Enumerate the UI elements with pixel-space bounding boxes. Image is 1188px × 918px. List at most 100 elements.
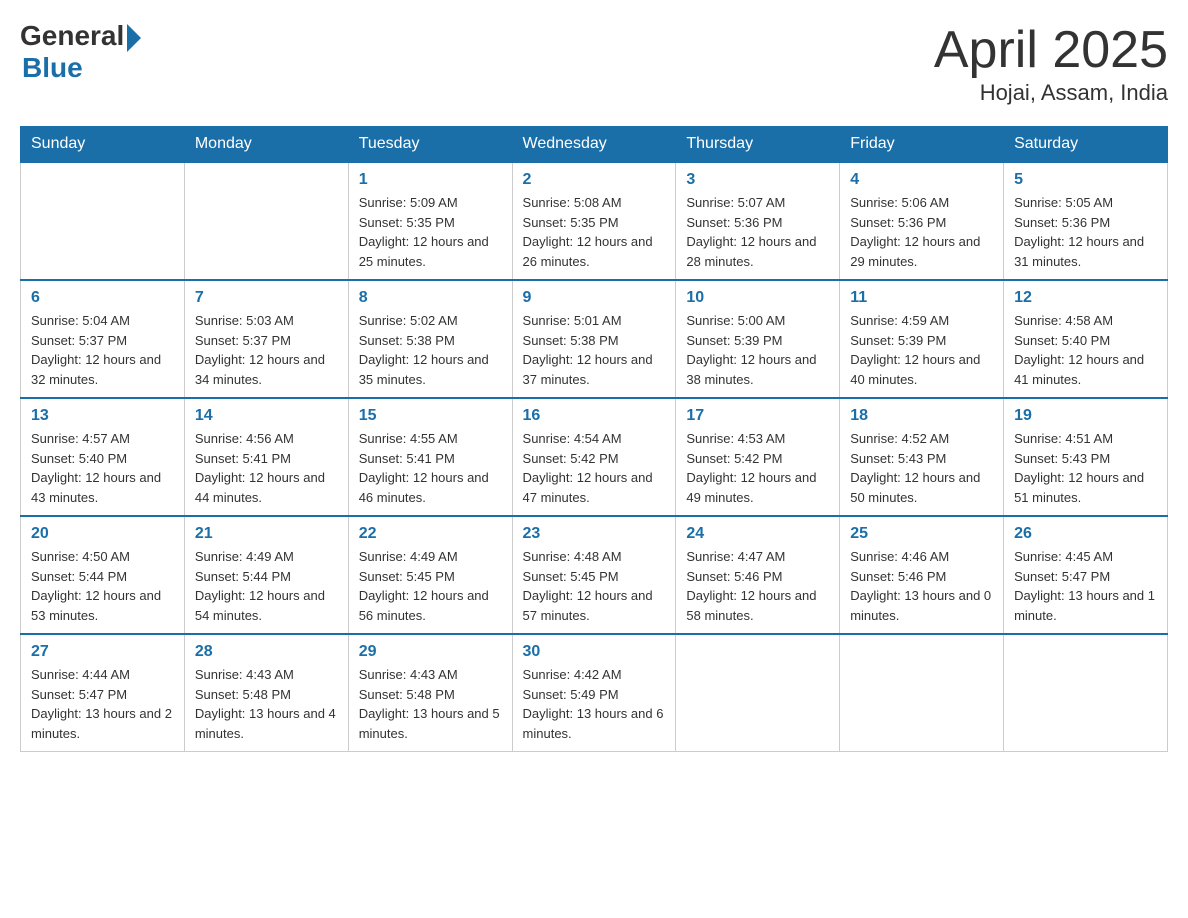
calendar-day-header: Thursday: [676, 127, 840, 163]
calendar-day-cell: 6Sunrise: 5:04 AM Sunset: 5:37 PM Daylig…: [21, 280, 185, 398]
day-info: Sunrise: 4:43 AM Sunset: 5:48 PM Dayligh…: [359, 665, 502, 743]
logo-blue-text: Blue: [22, 52, 83, 84]
calendar-header-row: SundayMondayTuesdayWednesdayThursdayFrid…: [21, 127, 1168, 163]
calendar-week-row: 13 Sunrise: 4:57 AM Sunset: 5:40 PM Dayli…: [21, 398, 1168, 516]
day-number: 7: [195, 289, 338, 307]
calendar-day-cell: 5Sunrise: 5:05 AM Sunset: 5:36 PM Daylig…: [1004, 162, 1168, 280]
day-info: Sunrise: 4:45 AM Sunset: 5:47 PM Dayligh…: [1014, 547, 1157, 625]
calendar-day-cell: 30Sunrise: 4:42 AM Sunset: 5:49 PM Dayli…: [512, 634, 676, 752]
day-number: 4: [850, 171, 993, 189]
day-info: Sunrise: 4:46 AM Sunset: 5:46 PM Dayligh…: [850, 547, 993, 625]
calendar-table: SundayMondayTuesdayWednesdayThursdayFrid…: [20, 126, 1168, 752]
day-info: Sunrise: 4:51 AM Sunset: 5:43 PM Dayligh…: [1014, 429, 1157, 507]
day-info: Sunrise: 4:49 AM Sunset: 5:44 PM Dayligh…: [195, 547, 338, 625]
calendar-day-cell: 25Sunrise: 4:46 AM Sunset: 5:46 PM Dayli…: [840, 516, 1004, 634]
calendar-week-row: 20Sunrise: 4:50 AM Sunset: 5:44 PM Dayli…: [21, 516, 1168, 634]
day-info: Sunrise: 4:42 AM Sunset: 5:49 PM Dayligh…: [523, 665, 666, 743]
calendar-day-cell: 20Sunrise: 4:50 AM Sunset: 5:44 PM Dayli…: [21, 516, 185, 634]
calendar-day-cell: 3 Sunrise: 5:07 AM Sunset: 5:36 PM Daylig…: [676, 162, 840, 280]
calendar-header: SundayMondayTuesdayWednesdayThursdayFrid…: [21, 127, 1168, 163]
calendar-day-header: Sunday: [21, 127, 185, 163]
day-number: 23: [523, 525, 666, 543]
day-number: 21: [195, 525, 338, 543]
calendar-day-header: Tuesday: [348, 127, 512, 163]
day-info: Sunrise: 4:44 AM Sunset: 5:47 PM Dayligh…: [31, 665, 174, 743]
calendar-day-cell: 10 Sunrise: 5:00 AM Sunset: 5:39 PM Dayli…: [676, 280, 840, 398]
calendar-day-cell: 13 Sunrise: 4:57 AM Sunset: 5:40 PM Dayli…: [21, 398, 185, 516]
day-number: 16: [523, 407, 666, 425]
day-number: 9: [523, 289, 666, 307]
page-title: April 2025: [934, 20, 1168, 80]
calendar-day-cell: 12Sunrise: 4:58 AM Sunset: 5:40 PM Dayli…: [1004, 280, 1168, 398]
day-info: Sunrise: 4:48 AM Sunset: 5:45 PM Dayligh…: [523, 547, 666, 625]
calendar-day-cell: 23 Sunrise: 4:48 AM Sunset: 5:45 PM Dayli…: [512, 516, 676, 634]
day-info: Sunrise: 4:53 AM Sunset: 5:42 PM Dayligh…: [686, 429, 829, 507]
calendar-day-header: Friday: [840, 127, 1004, 163]
day-info: Sunrise: 5:02 AM Sunset: 5:38 PM Dayligh…: [359, 311, 502, 389]
calendar-day-cell: 28 Sunrise: 4:43 AM Sunset: 5:48 PM Dayli…: [184, 634, 348, 752]
day-number: 1: [359, 171, 502, 189]
calendar-day-cell: 18 Sunrise: 4:52 AM Sunset: 5:43 PM Dayli…: [840, 398, 1004, 516]
calendar-day-cell: 8Sunrise: 5:02 AM Sunset: 5:38 PM Daylig…: [348, 280, 512, 398]
calendar-day-cell: 2 Sunrise: 5:08 AM Sunset: 5:35 PM Daylig…: [512, 162, 676, 280]
day-number: 20: [31, 525, 174, 543]
day-number: 27: [31, 643, 174, 661]
day-number: 17: [686, 407, 829, 425]
calendar-body: 1Sunrise: 5:09 AM Sunset: 5:35 PM Daylig…: [21, 162, 1168, 752]
day-number: 12: [1014, 289, 1157, 307]
day-info: Sunrise: 4:59 AM Sunset: 5:39 PM Dayligh…: [850, 311, 993, 389]
calendar-week-row: 6Sunrise: 5:04 AM Sunset: 5:37 PM Daylig…: [21, 280, 1168, 398]
logo: General Blue: [20, 20, 141, 84]
calendar-week-row: 27 Sunrise: 4:44 AM Sunset: 5:47 PM Dayli…: [21, 634, 1168, 752]
day-info: Sunrise: 5:06 AM Sunset: 5:36 PM Dayligh…: [850, 193, 993, 271]
day-info: Sunrise: 5:01 AM Sunset: 5:38 PM Dayligh…: [523, 311, 666, 389]
day-info: Sunrise: 4:56 AM Sunset: 5:41 PM Dayligh…: [195, 429, 338, 507]
day-number: 28: [195, 643, 338, 661]
day-number: 2: [523, 171, 666, 189]
page-subtitle: Hojai, Assam, India: [934, 80, 1168, 106]
day-number: 3: [686, 171, 829, 189]
day-number: 15: [359, 407, 502, 425]
calendar-day-cell: 22Sunrise: 4:49 AM Sunset: 5:45 PM Dayli…: [348, 516, 512, 634]
day-info: Sunrise: 4:55 AM Sunset: 5:41 PM Dayligh…: [359, 429, 502, 507]
day-info: Sunrise: 4:43 AM Sunset: 5:48 PM Dayligh…: [195, 665, 338, 743]
day-number: 22: [359, 525, 502, 543]
calendar-day-cell: [184, 162, 348, 280]
calendar-day-cell: 17 Sunrise: 4:53 AM Sunset: 5:42 PM Dayli…: [676, 398, 840, 516]
calendar-day-cell: [1004, 634, 1168, 752]
calendar-day-cell: 14 Sunrise: 4:56 AM Sunset: 5:41 PM Dayli…: [184, 398, 348, 516]
calendar-day-cell: 19 Sunrise: 4:51 AM Sunset: 5:43 PM Dayli…: [1004, 398, 1168, 516]
day-info: Sunrise: 5:04 AM Sunset: 5:37 PM Dayligh…: [31, 311, 174, 389]
day-number: 11: [850, 289, 993, 307]
day-number: 19: [1014, 407, 1157, 425]
day-number: 18: [850, 407, 993, 425]
day-info: Sunrise: 4:52 AM Sunset: 5:43 PM Dayligh…: [850, 429, 993, 507]
calendar-day-header: Monday: [184, 127, 348, 163]
day-number: 10: [686, 289, 829, 307]
day-number: 13: [31, 407, 174, 425]
logo-general-text: General: [20, 20, 124, 52]
calendar-day-cell: 27 Sunrise: 4:44 AM Sunset: 5:47 PM Dayli…: [21, 634, 185, 752]
day-info: Sunrise: 5:07 AM Sunset: 5:36 PM Dayligh…: [686, 193, 829, 271]
day-info: Sunrise: 4:57 AM Sunset: 5:40 PM Dayligh…: [31, 429, 174, 507]
calendar-day-cell: 11 Sunrise: 4:59 AM Sunset: 5:39 PM Dayli…: [840, 280, 1004, 398]
calendar-week-row: 1Sunrise: 5:09 AM Sunset: 5:35 PM Daylig…: [21, 162, 1168, 280]
day-info: Sunrise: 5:00 AM Sunset: 5:39 PM Dayligh…: [686, 311, 829, 389]
day-number: 5: [1014, 171, 1157, 189]
day-info: Sunrise: 4:54 AM Sunset: 5:42 PM Dayligh…: [523, 429, 666, 507]
calendar-day-cell: [840, 634, 1004, 752]
calendar-day-cell: 4 Sunrise: 5:06 AM Sunset: 5:36 PM Daylig…: [840, 162, 1004, 280]
calendar-day-cell: 26Sunrise: 4:45 AM Sunset: 5:47 PM Dayli…: [1004, 516, 1168, 634]
calendar-day-cell: 16 Sunrise: 4:54 AM Sunset: 5:42 PM Dayli…: [512, 398, 676, 516]
calendar-day-cell: 15 Sunrise: 4:55 AM Sunset: 5:41 PM Dayli…: [348, 398, 512, 516]
calendar-day-cell: [676, 634, 840, 752]
calendar-day-cell: 29 Sunrise: 4:43 AM Sunset: 5:48 PM Dayli…: [348, 634, 512, 752]
calendar-day-header: Wednesday: [512, 127, 676, 163]
day-info: Sunrise: 5:08 AM Sunset: 5:35 PM Dayligh…: [523, 193, 666, 271]
calendar-day-cell: 24Sunrise: 4:47 AM Sunset: 5:46 PM Dayli…: [676, 516, 840, 634]
page-header: General Blue April 2025 Hojai, Assam, In…: [20, 20, 1168, 106]
day-number: 14: [195, 407, 338, 425]
calendar-day-cell: 21 Sunrise: 4:49 AM Sunset: 5:44 PM Dayli…: [184, 516, 348, 634]
day-number: 29: [359, 643, 502, 661]
day-info: Sunrise: 4:47 AM Sunset: 5:46 PM Dayligh…: [686, 547, 829, 625]
